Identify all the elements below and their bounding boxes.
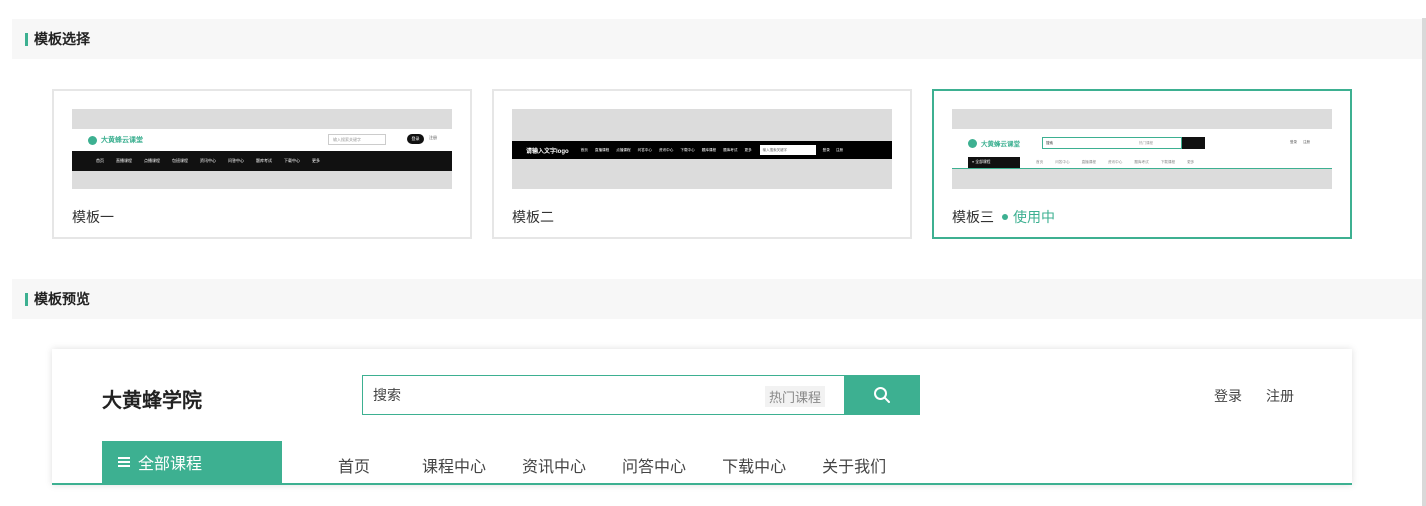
template-preview: 大黄蜂学院 热门课程 登录 注册 全部课程 首页 课程中心 资讯中心 问答中心 … (52, 349, 1352, 485)
menu-icon (118, 457, 130, 467)
login-link[interactable]: 登录 (1214, 386, 1242, 406)
nav-item-home[interactable]: 首页 (338, 453, 370, 477)
thumb-nav-item: 题库课程 (701, 147, 717, 152)
thumb-header: 请输入文字logo 首页 直播课程 点播课程 问答中心 资讯中心 下载中心 题库… (512, 141, 892, 159)
thumb-login: 登录 (407, 134, 424, 144)
thumb-search: 输入搜索关键字 (759, 145, 816, 155)
nav-item-courses[interactable]: 课程中心 (422, 453, 486, 477)
status-badge: 使用中 (1002, 207, 1055, 227)
thumb-all-courses-text: 全部课程 (975, 160, 991, 164)
thumb-nav-item: 下载中心 (284, 158, 300, 163)
thumb-account: 登录 注册 (823, 148, 843, 153)
status-text: 使用中 (1013, 209, 1055, 225)
thumb-nav-item: 问答中心 (228, 158, 244, 163)
thumb-header: 大黄蜂云课堂 输入搜索关键字 登录 注册 (72, 129, 452, 151)
thumb-nav-item: 问答中心 (1055, 160, 1070, 164)
thumb-nav-item: 直播课程 (594, 147, 610, 152)
thumb-search: 搜索 热门课程 (1042, 137, 1182, 149)
thumb-nav-item: 直播课程 (1081, 160, 1096, 164)
template-card-label: 模板一 (72, 207, 114, 227)
account-links: 登录 注册 (1214, 386, 1294, 406)
template-name: 模板二 (512, 209, 554, 225)
thumb-logo-text: 大黄蜂云课堂 (101, 137, 143, 144)
status-dot-icon (1002, 214, 1008, 220)
thumb-login: 登录 (1290, 140, 1297, 144)
thumb-nav-item: 资讯中心 (1107, 160, 1123, 164)
template-thumbnail: 请输入文字logo 首页 直播课程 点播课程 问答中心 资讯中心 下载中心 题库… (512, 109, 892, 189)
section-header-template-preview: 模板预览 (12, 279, 1422, 319)
section-title: 模板选择 (34, 31, 90, 47)
thumb-nav: 首页 问答中心 直播课程 资讯中心 题库考试 下载课程 更多 (1036, 160, 1194, 165)
thumb-nav-item: 资讯中心 (658, 147, 674, 152)
nav-item-downloads[interactable]: 下载中心 (722, 453, 786, 477)
thumb-register: 注册 (1303, 140, 1310, 144)
thumb-nav-item: 首页 (580, 147, 588, 152)
thumb-header: 大黄蜂云课堂 搜索 热门课程 登录 注册 ≡ 全部课程 首页 问答中心 直播课程… (952, 129, 1332, 169)
nav-item-about[interactable]: 关于我们 (822, 453, 886, 477)
thumb-logo: 大黄蜂云课堂 (88, 135, 143, 145)
nav-item-qa[interactable]: 问答中心 (622, 453, 686, 477)
scrollbar-edge (1422, 18, 1426, 506)
thumb-nav-item: 首页 (1036, 160, 1044, 164)
hot-courses-tag[interactable]: 热门课程 (765, 386, 826, 407)
template-card-3[interactable]: 大黄蜂云课堂 搜索 热门课程 登录 注册 ≡ 全部课程 首页 问答中心 直播课程… (932, 89, 1352, 239)
main-nav: 首页 课程中心 资讯中心 问答中心 下载中心 关于我们 (338, 453, 886, 477)
logo-icon (968, 138, 977, 148)
thumb-nav-item: 下载课程 (1160, 160, 1176, 164)
search-input[interactable] (363, 376, 753, 414)
thumb-nav-item: 题库考试 (1134, 160, 1149, 164)
search-box: 热门课程 (362, 375, 846, 415)
template-card-1[interactable]: 大黄蜂云课堂 输入搜索关键字 登录 注册 首页 直播课程 点播课程 包班课程 资… (52, 89, 472, 239)
section-accent-bar (25, 32, 28, 46)
nav-item-news[interactable]: 资讯中心 (522, 453, 586, 477)
thumb-nav-item: 点播课程 (616, 147, 631, 152)
thumb-nav-item: 首页 (96, 158, 104, 163)
section-title: 模板预览 (34, 291, 90, 307)
thumb-nav: 首页 直播课程 点播课程 包班课程 资讯中心 问答中心 题库考试 下载中心 更多 (72, 151, 452, 171)
thumb-nav-item: 题库考试 (256, 158, 272, 163)
thumb-all-courses: ≡ 全部课程 (968, 157, 1020, 168)
template-card-label: 模板二 (512, 207, 554, 227)
thumb-nav-item: 点播课程 (144, 158, 160, 163)
thumb-nav: 首页 直播课程 点播课程 问答中心 资讯中心 下载中心 题库课程 题库考试 更多 (581, 148, 752, 153)
thumb-account: 登录 注册 (1290, 140, 1310, 145)
template-card-2[interactable]: 请输入文字logo 首页 直播课程 点播课程 问答中心 资讯中心 下载中心 题库… (492, 89, 912, 239)
search-icon (874, 387, 890, 403)
thumb-search: 输入搜索关键字 (328, 134, 386, 145)
thumb-search-text: 搜索 (1046, 141, 1053, 145)
site-logo[interactable]: 大黄蜂学院 (102, 384, 202, 413)
all-courses-label: 全部课程 (138, 456, 203, 473)
template-name: 模板三 (952, 209, 994, 225)
thumb-nav-item: 资讯中心 (200, 158, 216, 163)
thumb-nav-item: 更多 (1187, 160, 1195, 164)
thumb-hot-tag: 热门课程 (1139, 141, 1153, 145)
template-card-label: 模板三 使用中 (952, 207, 1055, 227)
thumb-nav-item: 包班课程 (172, 158, 188, 163)
all-courses-button[interactable]: 全部课程 (102, 441, 282, 483)
thumb-logo-text: 大黄蜂云课堂 (981, 141, 1020, 148)
thumb-register: 注册 (835, 147, 844, 152)
thumb-logo: 大黄蜂云课堂 (968, 138, 1020, 148)
thumb-search-button (1182, 137, 1205, 149)
thumb-nav-item: 更多 (312, 158, 320, 163)
search-button[interactable] (844, 375, 920, 415)
template-thumbnail: 大黄蜂云课堂 输入搜索关键字 登录 注册 首页 直播课程 点播课程 包班课程 资… (72, 109, 452, 189)
thumb-login: 登录 (822, 147, 830, 152)
section-header-template-select: 模板选择 (12, 19, 1422, 59)
thumb-logo: 请输入文字logo (526, 148, 569, 155)
section-accent-bar (25, 292, 28, 306)
template-thumbnail: 大黄蜂云课堂 搜索 热门课程 登录 注册 ≡ 全部课程 首页 问答中心 直播课程… (952, 109, 1332, 189)
thumb-nav-item: 更多 (744, 147, 752, 152)
thumb-register: 注册 (429, 135, 437, 140)
thumb-nav-item: 下载中心 (680, 147, 695, 152)
thumb-nav-item: 问答中心 (637, 147, 652, 152)
logo-icon (88, 135, 97, 145)
thumb-nav-item: 题库考试 (723, 147, 738, 152)
template-name: 模板一 (72, 209, 114, 225)
thumb-nav-item: 直播课程 (116, 158, 132, 163)
register-link[interactable]: 注册 (1266, 386, 1294, 406)
